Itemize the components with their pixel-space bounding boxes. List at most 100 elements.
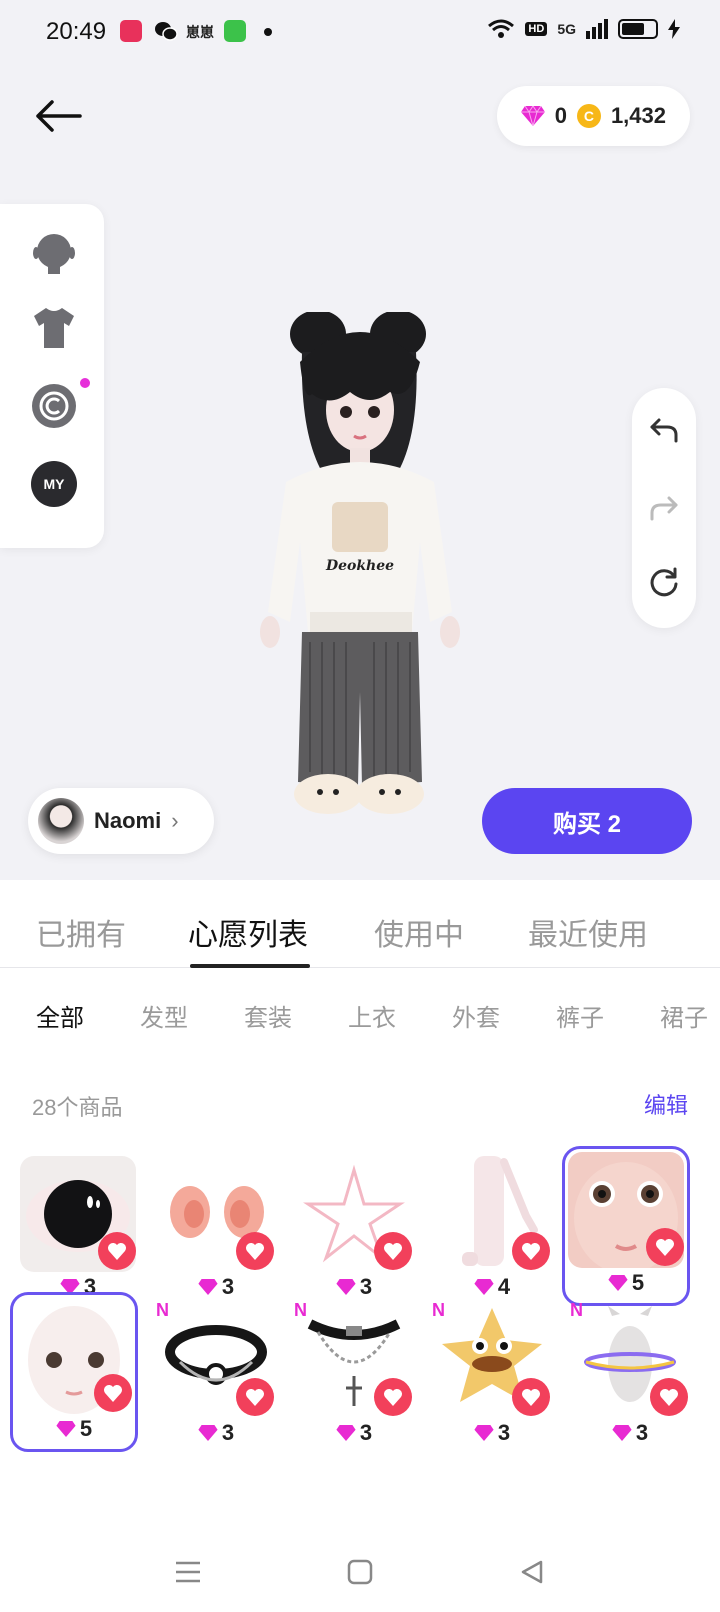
list-item-selected[interactable]: 5 xyxy=(562,1146,690,1306)
new-badge: N xyxy=(156,1300,169,1320)
home-icon xyxy=(347,1559,373,1585)
category-rail: MY xyxy=(0,204,104,548)
new-badge: N xyxy=(570,1300,583,1320)
back-arrow-icon xyxy=(36,100,82,132)
filter-tops[interactable]: 上衣 xyxy=(348,998,396,1033)
wishlist-heart-icon[interactable] xyxy=(98,1232,136,1270)
app-notification-icon xyxy=(120,20,142,42)
item-price-value: 3 xyxy=(221,1420,235,1445)
item-price: 5 xyxy=(13,1416,135,1442)
item-price-value: 5 xyxy=(79,1416,93,1441)
filter-coats[interactable]: 外套 xyxy=(452,998,500,1033)
store-icon xyxy=(224,20,246,42)
gem-icon xyxy=(474,1425,494,1441)
item-price-value: 3 xyxy=(359,1420,373,1445)
wishlist-heart-icon[interactable] xyxy=(650,1378,688,1416)
rail-my-button[interactable]: MY xyxy=(30,460,78,508)
item-price-value: 3 xyxy=(497,1420,511,1445)
refresh-icon xyxy=(650,567,678,597)
app-label: 崽崽 xyxy=(186,24,214,40)
undo-button[interactable] xyxy=(644,410,684,450)
back-triangle-icon xyxy=(521,1560,543,1584)
svg-text:Deokhee: Deokhee xyxy=(325,558,394,574)
list-item[interactable]: 4 xyxy=(428,1150,556,1310)
list-item[interactable]: 3 xyxy=(290,1150,418,1310)
profile-chip[interactable]: Naomi › xyxy=(28,788,214,854)
filter-skirts[interactable]: 裙子 xyxy=(660,998,708,1033)
wechat-icon xyxy=(154,20,178,42)
new-badge: N xyxy=(294,1300,307,1320)
filter-outfit[interactable]: 套装 xyxy=(244,998,292,1033)
back-button[interactable] xyxy=(28,88,88,144)
redo-icon xyxy=(650,496,678,521)
item-price: 5 xyxy=(565,1270,687,1296)
rail-head-button[interactable] xyxy=(30,228,78,276)
network-label: 5G xyxy=(557,21,576,37)
list-item[interactable]: 3 xyxy=(14,1150,142,1310)
tab-bar: 已拥有 心愿列表 使用中 最近使用 xyxy=(0,880,720,968)
new-indicator-dot xyxy=(80,378,90,388)
status-time: 20:49 xyxy=(46,18,107,45)
menu-button[interactable] xyxy=(168,1552,208,1592)
status-icons: HD 5G xyxy=(487,18,680,40)
gem-icon xyxy=(198,1279,218,1295)
redo-button[interactable] xyxy=(644,488,684,528)
menu-icon xyxy=(176,1561,200,1583)
gem-icon xyxy=(198,1425,218,1441)
notification-dot xyxy=(264,28,272,36)
charging-icon xyxy=(668,19,680,39)
tab-in-use[interactable]: 使用中 xyxy=(374,910,464,954)
wishlist-heart-icon[interactable] xyxy=(236,1232,274,1270)
profile-name: Naomi xyxy=(94,808,162,833)
list-item[interactable]: N 3 xyxy=(290,1296,418,1456)
tab-owned[interactable]: 已拥有 xyxy=(36,910,126,954)
wishlist-heart-icon[interactable] xyxy=(374,1378,412,1416)
wishlist-heart-icon[interactable] xyxy=(512,1378,550,1416)
gem-icon xyxy=(336,1425,356,1441)
hd-badge: HD xyxy=(525,22,548,36)
home-button[interactable] xyxy=(340,1552,380,1592)
wishlist-heart-icon[interactable] xyxy=(374,1232,412,1270)
gem-icon xyxy=(520,106,545,126)
tab-recent[interactable]: 最近使用 xyxy=(528,910,648,954)
reset-button[interactable] xyxy=(644,562,684,602)
gem-icon xyxy=(474,1279,494,1295)
signal-icon xyxy=(586,19,608,39)
back-nav-button[interactable] xyxy=(512,1552,552,1592)
item-price: 3 xyxy=(290,1420,418,1446)
wifi-icon xyxy=(488,19,515,38)
list-item-selected[interactable]: 5 xyxy=(10,1292,138,1452)
coin-icon: C xyxy=(576,104,601,128)
head-icon xyxy=(33,234,75,274)
item-price-value: 5 xyxy=(631,1270,645,1295)
buy-button[interactable]: 购买 2 xyxy=(482,788,692,854)
tshirt-icon xyxy=(34,308,74,348)
wishlist-heart-icon[interactable] xyxy=(94,1374,132,1412)
filter-all[interactable]: 全部 xyxy=(36,998,84,1033)
list-item[interactable]: N 3 xyxy=(152,1296,280,1456)
chevron-right-icon: › xyxy=(171,808,179,833)
item-count: 28个商品 xyxy=(32,1095,123,1120)
currency-balance[interactable]: 0 C 1,432 xyxy=(496,86,690,146)
battery-icon xyxy=(618,19,658,39)
wishlist-heart-icon[interactable] xyxy=(512,1232,550,1270)
copyright-icon xyxy=(32,384,76,428)
filter-pants[interactable]: 裤子 xyxy=(556,998,604,1033)
list-item[interactable]: N 3 xyxy=(428,1296,556,1456)
wishlist-heart-icon[interactable] xyxy=(236,1378,274,1416)
rail-copyright-button[interactable] xyxy=(30,382,78,430)
avatar xyxy=(38,798,84,844)
edit-button[interactable]: 编辑 xyxy=(644,1088,688,1120)
gem-icon xyxy=(608,1275,628,1291)
rail-clothing-button[interactable] xyxy=(30,304,78,352)
wishlist-heart-icon[interactable] xyxy=(646,1228,684,1266)
list-item[interactable]: N 3 xyxy=(566,1296,694,1456)
item-price-value: 3 xyxy=(635,1420,649,1445)
avatar-figure[interactable]: Deokhee xyxy=(240,312,480,842)
item-price: 3 xyxy=(152,1420,280,1446)
tab-wishlist[interactable]: 心愿列表 xyxy=(188,910,308,954)
status-bar: 20:49 崽崽 HD 5G xyxy=(0,0,720,64)
system-nav-bar xyxy=(0,1532,720,1612)
filter-hairstyle[interactable]: 发型 xyxy=(140,998,188,1033)
list-item[interactable]: 3 xyxy=(152,1150,280,1310)
